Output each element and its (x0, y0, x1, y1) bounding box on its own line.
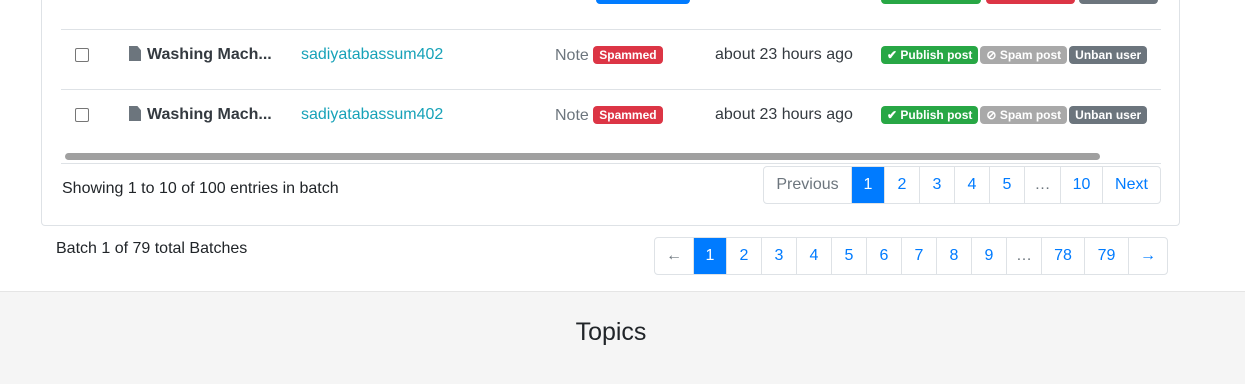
post-type: Note Spammed (555, 106, 663, 125)
post-title-text[interactable]: Washing Mach... (147, 106, 272, 123)
footer: Topics (0, 291, 1245, 384)
batch-ellipsis: … (1006, 238, 1041, 274)
batch-6-button[interactable]: 6 (866, 238, 901, 274)
unban-user-button[interactable]: Unban user (1069, 106, 1148, 124)
entries-info: Showing 1 to 10 of 100 entries in batch (62, 180, 339, 197)
ban-icon: ⊘ (986, 108, 997, 122)
batch-7-button[interactable]: 7 (901, 238, 936, 274)
page-4-button[interactable]: 4 (954, 167, 989, 203)
entries-pagination: Previous 1 2 3 4 5 … 10 Next (763, 166, 1161, 204)
publish-label: Publish post (900, 48, 973, 62)
check-circle-icon: ✔ (887, 108, 898, 122)
post-title[interactable]: Washing Mach... (129, 106, 272, 124)
post-type-label: Note (555, 47, 589, 64)
batch-prev-arrow-button[interactable]: ← (655, 238, 693, 274)
row-checkbox[interactable] (75, 108, 89, 122)
publish-label: Publish post (900, 108, 973, 122)
batch-5-button[interactable]: 5 (831, 238, 866, 274)
spam-label: Spam post (999, 48, 1062, 62)
batch-8-button[interactable]: 8 (936, 238, 971, 274)
row-checkbox[interactable] (75, 48, 89, 62)
cut-off-user-button[interactable] (1079, 0, 1158, 4)
document-icon (129, 106, 141, 121)
page-5-button[interactable]: 5 (989, 167, 1024, 203)
post-author-link[interactable]: sadiyatabassum402 (301, 106, 443, 124)
batch-info: Batch 1 of 79 total Batches (56, 240, 248, 257)
cut-off-badge (596, 0, 690, 4)
post-type-label: Note (555, 107, 589, 124)
spam-post-button[interactable]: ⊘ Spam post (980, 46, 1068, 64)
page-ellipsis: … (1024, 167, 1060, 203)
table-row: Washing Mach... sadiyatabassum402 Note S… (61, 89, 1161, 149)
page-1-button[interactable]: 1 (851, 167, 884, 203)
batch-2-button[interactable]: 2 (726, 238, 761, 274)
batch-78-button[interactable]: 78 (1041, 238, 1084, 274)
status-badge: Spammed (593, 106, 663, 124)
cut-off-publish-button[interactable] (881, 0, 981, 4)
batch-pagination: ← 1 2 3 4 5 6 7 8 9 … 78 79 → (654, 237, 1168, 275)
post-title-text[interactable]: Washing Mach... (147, 46, 272, 63)
scrollbar-thumb[interactable] (65, 153, 1100, 160)
ban-icon: ⊘ (986, 48, 997, 62)
batch-4-button[interactable]: 4 (796, 238, 831, 274)
publish-post-button[interactable]: ✔ Publish post (881, 46, 979, 64)
post-type: Note Spammed (555, 46, 663, 65)
row-actions: ✔ Publish post ⊘ Spam post Unban user (881, 46, 1149, 65)
status-badge: Spammed (593, 46, 663, 64)
previous-page-button[interactable]: Previous (764, 167, 851, 203)
next-page-button[interactable]: Next (1102, 167, 1160, 203)
footer-topics-heading: Topics (575, 318, 647, 346)
page-10-button[interactable]: 10 (1060, 167, 1102, 203)
post-time: about 23 hours ago (715, 106, 853, 123)
unban-user-button[interactable]: Unban user (1069, 46, 1148, 64)
spam-post-button[interactable]: ⊘ Spam post (980, 106, 1068, 124)
batch-9-button[interactable]: 9 (971, 238, 1006, 274)
batch-1-button[interactable]: 1 (693, 238, 726, 274)
post-time: about 23 hours ago (715, 46, 853, 63)
batch-79-button[interactable]: 79 (1084, 238, 1128, 274)
batch-3-button[interactable]: 3 (761, 238, 796, 274)
cut-off-spam-button[interactable] (986, 0, 1075, 4)
batch-next-arrow-button[interactable]: → (1128, 238, 1167, 274)
spam-label: Spam post (999, 108, 1062, 122)
post-title[interactable]: Washing Mach... (129, 46, 272, 64)
horizontal-scrollbar[interactable] (61, 151, 1161, 164)
publish-post-button[interactable]: ✔ Publish post (881, 106, 979, 124)
table-row: Washing Mach... sadiyatabassum402 Note S… (61, 29, 1161, 89)
check-circle-icon: ✔ (887, 48, 898, 62)
row-actions: ✔ Publish post ⊘ Spam post Unban user (881, 106, 1149, 125)
document-icon (129, 46, 141, 61)
page-2-button[interactable]: 2 (884, 167, 919, 203)
post-author-link[interactable]: sadiyatabassum402 (301, 46, 443, 64)
page-3-button[interactable]: 3 (919, 167, 954, 203)
